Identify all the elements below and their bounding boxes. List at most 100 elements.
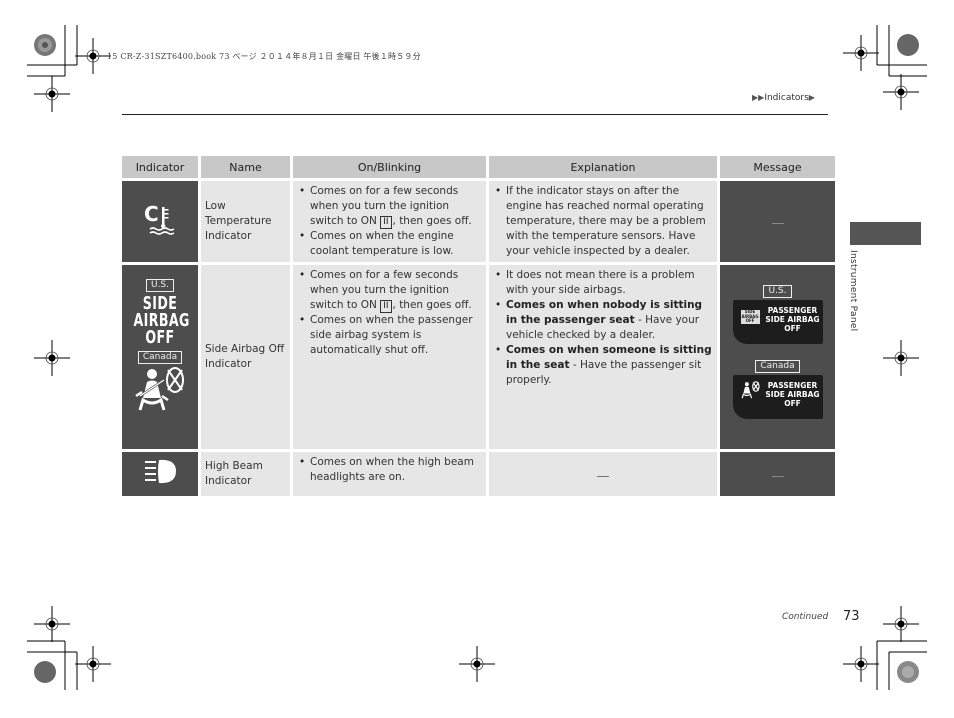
indicator-name-line: Side Airbag Off (205, 343, 285, 355)
list-item: Comes on for a few seconds when you turn… (299, 184, 482, 229)
bullet-text: Comes on when the passenger side airbag … (310, 314, 473, 356)
empty-dash (597, 475, 609, 477)
ignition-position-badge: II (380, 216, 392, 229)
name-cell: High Beam Indicator (201, 452, 290, 496)
registration-cross-icon (74, 37, 112, 75)
registration-cross-icon (882, 339, 920, 377)
header-indicator: Indicator (122, 156, 198, 178)
bullet-text: , then goes off. (392, 215, 472, 227)
table-header-row: Indicator Name On/Blinking Explanation M… (122, 156, 835, 178)
header-rule (122, 114, 828, 115)
region-label-us: U.S. (145, 279, 175, 292)
indicator-name-line: Indicator (205, 230, 252, 242)
on-blinking-cell: Comes on for a few seconds when you turn… (293, 265, 486, 449)
header-name: Name (201, 156, 290, 178)
indicator-table: Indicator Name On/Blinking Explanation M… (119, 153, 838, 499)
table-row: C Low Temperature Indicator Comes on for… (122, 181, 835, 262)
chapter-tab-label: Instrument Panel (848, 250, 858, 332)
message-cell: U.S. SIDE AIRBAG OFF PASSENGER SIDE AIRBAG… (720, 265, 835, 449)
print-job-header: 15 CR-Z-31SZT6400.book 73 ページ ２０１４年８月１日 … (107, 52, 421, 61)
bullet-text: , then goes off. (392, 299, 472, 311)
triangle-right-icon: ▶ (808, 93, 815, 102)
indicator-name-line: Indicator (205, 475, 252, 487)
table-row: High Beam Indicator Comes on when the hi… (122, 452, 835, 496)
name-cell: Side Airbag Off Indicator (201, 265, 290, 449)
region-label-canada: Canada (137, 351, 183, 364)
indicator-cell (122, 452, 198, 496)
crop-mark-bottom-right (876, 640, 927, 690)
registration-cross-icon (882, 73, 920, 111)
indicator-name-line: Indicator (205, 358, 252, 370)
region-label-us: U.S. (763, 285, 792, 298)
explanation-cell: It does not mean there is a problem with… (489, 265, 717, 449)
seatbelt-person-x-icon (741, 381, 760, 399)
indicator-name-line: Low (205, 200, 226, 212)
message-line: OFF (784, 324, 801, 333)
side-airbag-off-icon: SIDE AIRBAG OFF (133, 295, 189, 348)
message-cell (720, 452, 835, 496)
continued-label: Continued (782, 612, 829, 622)
list-item: It does not mean there is a problem with… (495, 268, 713, 298)
registration-cross-icon (74, 645, 112, 683)
registration-cross-icon (33, 605, 71, 643)
bullet-text: It does not mean there is a problem with… (506, 269, 695, 296)
message-line: SIDE AIRBAG (765, 390, 820, 399)
low-coolant-temperature-icon: C (144, 202, 175, 235)
crop-mark-top-left (27, 25, 78, 77)
indicator-cell: C (122, 181, 198, 262)
message-line: SIDE AIRBAG (765, 315, 820, 324)
bullet-text: Comes on when the high beam headlights a… (310, 456, 474, 483)
page-number: 73 (843, 609, 860, 624)
chapter-tab[interactable] (850, 222, 921, 245)
on-blinking-cell: Comes on when the high beam headlights a… (293, 452, 486, 496)
high-beam-icon (145, 459, 176, 483)
on-blinking-cell: Comes on for a few seconds when you turn… (293, 181, 486, 262)
indicator-name-line: High Beam (205, 460, 263, 472)
message-text: PASSENGER SIDE AIRBAG OFF (763, 381, 823, 408)
list-item: Comes on when the passenger side airbag … (299, 313, 482, 358)
registration-cross-icon (33, 75, 71, 113)
side-airbag-off-mini-icon: SIDE AIRBAG OFF (740, 309, 760, 324)
message-line: OFF (784, 399, 801, 408)
registration-cross-icon (842, 34, 880, 72)
bullet-text: Comes on when the engine coolant tempera… (310, 230, 454, 257)
header-message: Message (720, 156, 835, 178)
message-text: PASSENGER SIDE AIRBAG OFF (763, 306, 823, 333)
list-item: Comes on when the engine coolant tempera… (299, 229, 482, 259)
list-item: Comes on for a few seconds when you turn… (299, 268, 482, 313)
explanation-cell (489, 452, 717, 496)
region-label-canada: Canada (755, 360, 800, 373)
message-cell (720, 181, 835, 262)
header-explanation: Explanation (489, 156, 717, 178)
crop-mark-top-right (876, 25, 927, 77)
registration-cross-icon (458, 645, 496, 683)
indicator-name-line: Temperature (205, 215, 272, 227)
name-cell: Low Temperature Indicator (201, 181, 290, 262)
registration-cross-icon (33, 339, 71, 377)
svg-text:C: C (144, 202, 159, 226)
list-item: Comes on when someone is sitting in the … (495, 343, 713, 388)
table-row: U.S. SIDE AIRBAG OFF Canada Side Airbag … (122, 265, 835, 449)
message-line: PASSENGER (767, 306, 818, 315)
seatbelt-person-x-icon (135, 367, 184, 411)
bullet-text: If the indicator stays on after the engi… (506, 185, 706, 257)
airbag-text-line: OFF (145, 327, 175, 348)
empty-dash (771, 223, 784, 224)
breadcrumb: ▶▶Indicators▶ (752, 93, 815, 103)
double-triangle-right-icon: ▶▶ (752, 93, 765, 102)
ignition-position-badge: II (380, 300, 392, 313)
message-display-canada: PASSENGER SIDE AIRBAG OFF (732, 375, 823, 419)
list-item: If the indicator stays on after the engi… (495, 184, 713, 259)
indicator-cell: U.S. SIDE AIRBAG OFF Canada (122, 265, 198, 449)
header-on-blinking: On/Blinking (293, 156, 486, 178)
registration-cross-icon (882, 605, 920, 643)
message-line: PASSENGER (767, 381, 818, 390)
breadcrumb-indicators-link[interactable]: Indicators (764, 93, 808, 103)
crop-mark-bottom-left (27, 640, 78, 690)
registration-cross-icon (842, 645, 880, 683)
list-item: Comes on when the high beam headlights a… (299, 455, 482, 485)
list-item: Comes on when nobody is sitting in the p… (495, 298, 713, 343)
empty-dash (771, 475, 784, 477)
message-display-us: SIDE AIRBAG OFF PASSENGER SIDE AIRBAG OFF (732, 300, 823, 344)
explanation-cell: If the indicator stays on after the engi… (489, 181, 717, 262)
